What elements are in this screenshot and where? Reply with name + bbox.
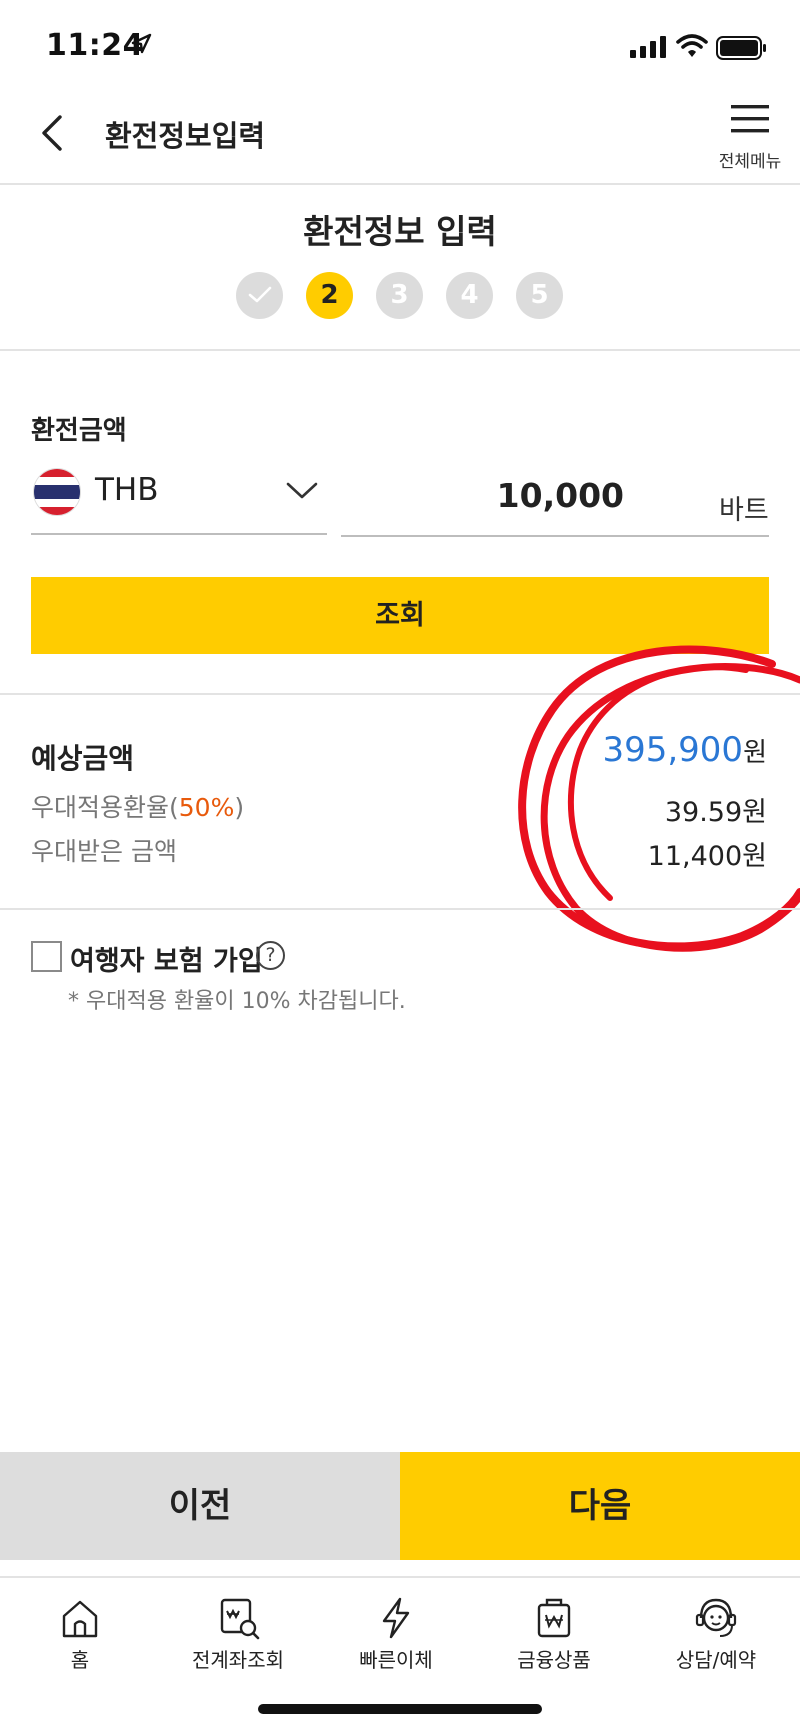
back-arrow-icon — [38, 115, 68, 159]
tab-label: 홈 — [70, 1648, 90, 1672]
tab-home[interactable]: 홈 — [0, 1596, 160, 1696]
chevron-down-icon — [285, 480, 319, 506]
app-header: 환전정보입력 전체메뉴 — [0, 95, 800, 185]
rate-label-prefix: 우대적용환율( — [31, 793, 179, 822]
step-2-active: 2 — [306, 272, 353, 319]
previous-button[interactable]: 이전 — [0, 1452, 400, 1560]
wifi-icon — [676, 33, 708, 63]
tab-label: 전계좌조회 — [192, 1648, 284, 1672]
insurance-checkbox[interactable] — [31, 941, 62, 972]
preferential-rate-label: 우대적용환율(50%) — [31, 788, 244, 824]
insurance-label: 여행자 보험 가입 — [70, 946, 263, 977]
hamburger-menu-icon — [729, 105, 771, 141]
next-button[interactable]: 다음 — [400, 1452, 800, 1560]
tab-label: 상담/예약 — [675, 1648, 757, 1672]
discount-label: 우대받은 금액 — [31, 837, 177, 866]
headset-agent-icon — [636, 1596, 796, 1640]
amount-input[interactable] — [341, 476, 624, 515]
back-button[interactable] — [38, 111, 78, 161]
home-indicator — [258, 1704, 542, 1714]
step-1-done — [236, 272, 283, 319]
page-title: 환전정보입력 — [105, 119, 266, 153]
step-5: 5 — [516, 272, 563, 319]
step-title: 환전정보 입력 — [303, 212, 497, 251]
step-4: 4 — [446, 272, 493, 319]
battery-icon — [716, 36, 768, 64]
rate-percent: 50% — [178, 793, 235, 822]
help-icon[interactable]: ? — [256, 941, 285, 970]
tab-consultation[interactable]: 상담/예약 — [636, 1596, 796, 1696]
cellular-signal-icon — [630, 36, 668, 62]
rate-label-suffix: ) — [234, 793, 245, 822]
tab-quick-transfer[interactable]: 빠른이체 — [316, 1596, 476, 1696]
menu-label: 전체메뉴 — [718, 152, 782, 172]
full-menu-button[interactable]: 전체메뉴 — [706, 101, 794, 179]
red-circle-annotation — [518, 645, 800, 952]
tab-financial-products[interactable]: 금융상품 — [474, 1596, 634, 1696]
divider — [0, 349, 800, 351]
home-icon — [0, 1596, 160, 1640]
amount-field: 바트 — [341, 458, 769, 537]
thailand-flag-icon — [33, 468, 81, 516]
step-3: 3 — [376, 272, 423, 319]
location-arrow-icon — [130, 33, 152, 59]
tab-all-accounts[interactable]: 전계좌조회 — [158, 1596, 318, 1696]
status-bar: 11:24 — [0, 0, 800, 95]
tab-label: 빠른이체 — [359, 1648, 433, 1672]
exchange-amount-label: 환전금액 — [31, 416, 127, 446]
currency-code: THB — [95, 472, 159, 508]
account-search-icon — [158, 1596, 318, 1640]
lightning-icon — [316, 1596, 476, 1640]
amount-unit: 바트 — [719, 495, 769, 526]
tab-label: 금융상품 — [517, 1648, 591, 1672]
check-icon — [247, 282, 273, 312]
divider — [0, 908, 800, 910]
insurance-note: * 우대적용 환율이 10% 차감됩니다. — [68, 989, 406, 1014]
won-bag-icon — [474, 1596, 634, 1640]
currency-select[interactable]: THB — [31, 458, 327, 535]
estimate-label: 예상금액 — [31, 742, 135, 775]
